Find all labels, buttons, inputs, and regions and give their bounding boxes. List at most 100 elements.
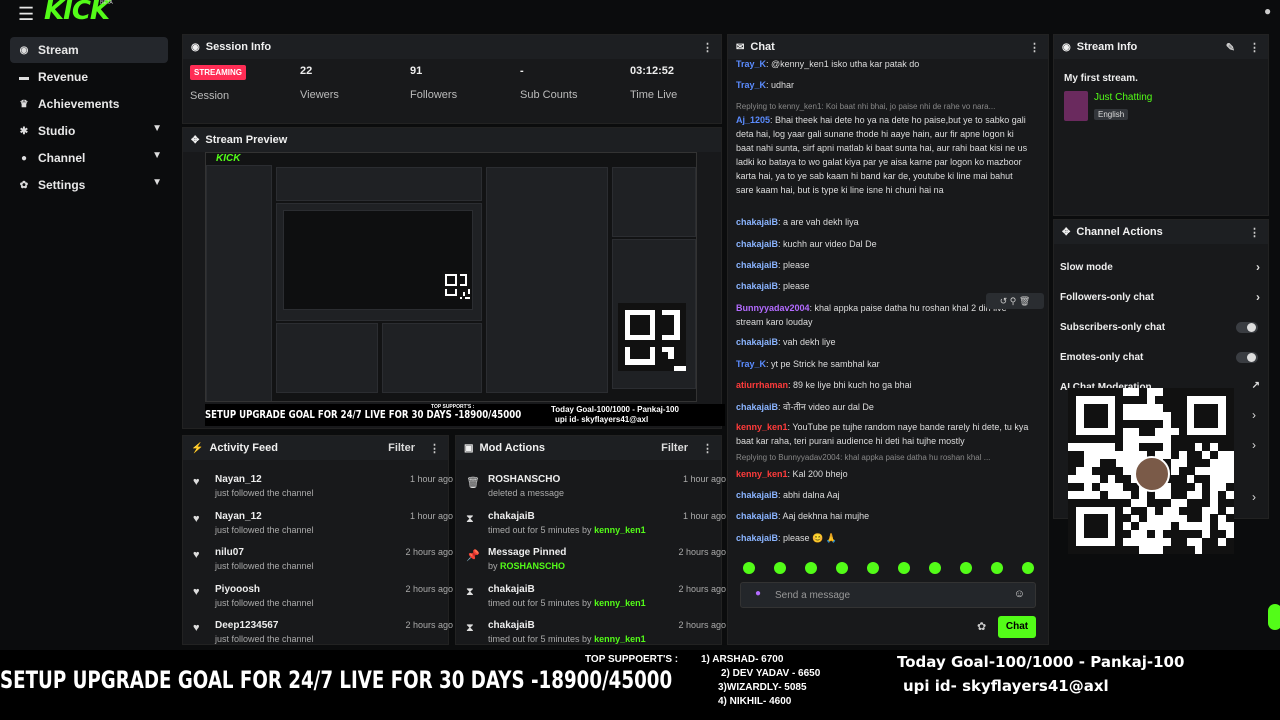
slow-mode-row[interactable]: Slow mode › <box>1060 260 1260 274</box>
emote-icon[interactable] <box>960 562 972 574</box>
qr-module <box>1115 427 1124 436</box>
chat-username[interactable]: Tray_K <box>736 359 766 369</box>
chat-username[interactable]: chakajaiB <box>736 533 778 543</box>
mod-by-user[interactable]: kenny_ken1 <box>594 525 646 535</box>
activity-desc: just followed the channel <box>215 488 314 498</box>
panel-header: ◉ Session Info ⋮ <box>183 35 721 59</box>
mod-by-user[interactable]: kenny_ken1 <box>594 634 646 644</box>
chat-send-button[interactable]: Chat <box>998 616 1036 638</box>
sidebar-item-channel[interactable]: ● Channel ▼ <box>10 145 168 171</box>
qr-module <box>1186 388 1195 396</box>
chat-username[interactable]: atiurrhaman <box>736 380 788 390</box>
mic-icon[interactable]: ● <box>755 588 761 599</box>
side-tab-icon[interactable] <box>1268 604 1280 630</box>
activity-item: ♥ Nayan_12 just followed the channel 1 hour… <box>193 511 453 545</box>
qr-module <box>1068 498 1076 507</box>
external-link-icon[interactable]: ↗ <box>1252 380 1260 391</box>
stream-info-panel: ◉ Stream Info ✎ ⋮ My first stream. Just Cha… <box>1053 34 1269 216</box>
qr-module <box>1170 522 1179 531</box>
heart-icon: ♥ <box>193 476 200 488</box>
emote-icon[interactable] <box>898 562 910 574</box>
mod-by-user[interactable]: ROSHANSCHO <box>500 561 565 571</box>
more-icon[interactable]: ⋮ <box>702 442 713 455</box>
qr-module <box>1154 419 1163 428</box>
chat-username[interactable]: chakajaiB <box>736 281 778 291</box>
chat-username[interactable]: chakajaiB <box>736 217 778 227</box>
chat-username[interactable]: chakajaiB <box>736 490 778 500</box>
qr-module <box>1115 395 1124 404</box>
sidebar-item-achievements[interactable]: ♛ Achievements <box>10 91 168 117</box>
menu-icon[interactable]: ☰ <box>18 4 34 25</box>
chevron-right-icon[interactable]: › <box>1256 260 1260 274</box>
chevron-right-icon[interactable]: › <box>1256 290 1260 304</box>
emote-icon[interactable] <box>774 562 786 574</box>
activity-user[interactable]: nilu07 <box>215 547 244 558</box>
emote-icon[interactable] <box>867 562 879 574</box>
qr-module <box>1091 435 1100 444</box>
mod-by-user[interactable]: kenny_ken1 <box>594 598 646 608</box>
more-icon[interactable]: ⋮ <box>1249 41 1260 54</box>
emote-icon[interactable] <box>836 562 848 574</box>
chevron-down-icon[interactable]: ▼ <box>152 150 162 161</box>
chat-username[interactable]: kenny_ken1 <box>736 469 788 479</box>
message-actions[interactable]: ↺ ⚲ 🗑 <box>986 293 1044 309</box>
panel-title: Stream Preview <box>205 134 288 146</box>
chat-settings-icon[interactable]: ✿ <box>977 620 986 633</box>
chevron-right-icon[interactable]: › <box>1252 438 1256 452</box>
chat-input[interactable]: ● Send a message ☺ <box>740 582 1036 608</box>
chat-username[interactable]: Aj_1205 <box>736 115 770 125</box>
edit-icon[interactable]: ✎ <box>1226 41 1235 54</box>
emote-icon[interactable] <box>805 562 817 574</box>
more-icon[interactable]: ⋮ <box>1249 226 1260 239</box>
emote-icon[interactable] <box>743 562 755 574</box>
qr-module <box>1123 514 1132 523</box>
chevron-down-icon[interactable]: ▼ <box>152 177 162 188</box>
filter-button[interactable]: Filter <box>661 442 688 454</box>
sidebar-item-revenue[interactable]: ▬ Revenue <box>10 64 168 90</box>
chat-username[interactable]: chakajaiB <box>736 239 778 249</box>
activity-user[interactable]: Nayan_12 <box>215 474 262 485</box>
chat-message: chakajaiB: please <box>736 279 1032 293</box>
activity-user[interactable]: Deep1234567 <box>215 620 278 631</box>
chevron-right-icon[interactable]: › <box>1252 408 1256 422</box>
chat-username[interactable]: chakajaiB <box>736 337 778 347</box>
subscribers-only-toggle[interactable] <box>1236 322 1258 333</box>
qr-module <box>1075 546 1084 554</box>
chevron-right-icon[interactable]: › <box>1252 490 1256 504</box>
qr-module <box>1186 451 1195 460</box>
top-supporters-label: TOP SUPPOERT'S : <box>585 654 679 665</box>
sidebar-item-settings[interactable]: ✿ Settings ▼ <box>10 172 168 198</box>
chat-username[interactable]: chakajaiB <box>736 402 778 412</box>
mod-action-time: 2 hours ago <box>678 620 726 630</box>
chat-username[interactable]: kenny_ken1 <box>736 422 788 432</box>
stream-category[interactable]: Just Chatting <box>1094 92 1152 103</box>
activity-user[interactable]: Nayan_12 <box>215 511 262 522</box>
activity-user[interactable]: Piyooosh <box>215 584 260 595</box>
more-icon[interactable]: ⋮ <box>429 442 440 455</box>
chat-text: : please <box>778 260 810 270</box>
emote-icon[interactable] <box>991 562 1003 574</box>
stream-preview-video[interactable]: KICK <box>205 152 697 402</box>
emote-icon[interactable] <box>929 562 941 574</box>
qr-module <box>1147 530 1156 539</box>
emote-icon[interactable] <box>1022 562 1034 574</box>
qr-module <box>1091 482 1100 491</box>
emoji-icon[interactable]: ☺ <box>1014 588 1025 600</box>
chat-username[interactable]: chakajaiB <box>736 260 778 270</box>
chat-username[interactable]: Bunnyyadav2004 <box>736 303 810 313</box>
more-icon[interactable]: ⋮ <box>1029 41 1040 54</box>
chat-username[interactable]: Tray_K <box>736 80 766 90</box>
sidebar-item-stream[interactable]: ◉ Stream <box>10 37 168 63</box>
chevron-down-icon[interactable]: ▼ <box>152 123 162 134</box>
chat-username[interactable]: chakajaiB <box>736 511 778 521</box>
filter-button[interactable]: Filter <box>388 442 415 454</box>
chat-username[interactable]: Tray_K <box>736 59 766 69</box>
emotes-only-toggle[interactable] <box>1236 352 1258 363</box>
chat-text: : Bhai theek hai dete ho ya na dete ho p… <box>736 115 1028 195</box>
qr-module <box>1218 546 1227 554</box>
more-icon[interactable]: ⋮ <box>702 41 713 54</box>
preview-logo: KICK <box>216 153 241 164</box>
profile-icon[interactable]: ● <box>1264 4 1271 18</box>
followers-only-row[interactable]: Followers-only chat › <box>1060 290 1260 304</box>
sidebar-item-studio[interactable]: ✱ Studio ▼ <box>10 118 168 144</box>
